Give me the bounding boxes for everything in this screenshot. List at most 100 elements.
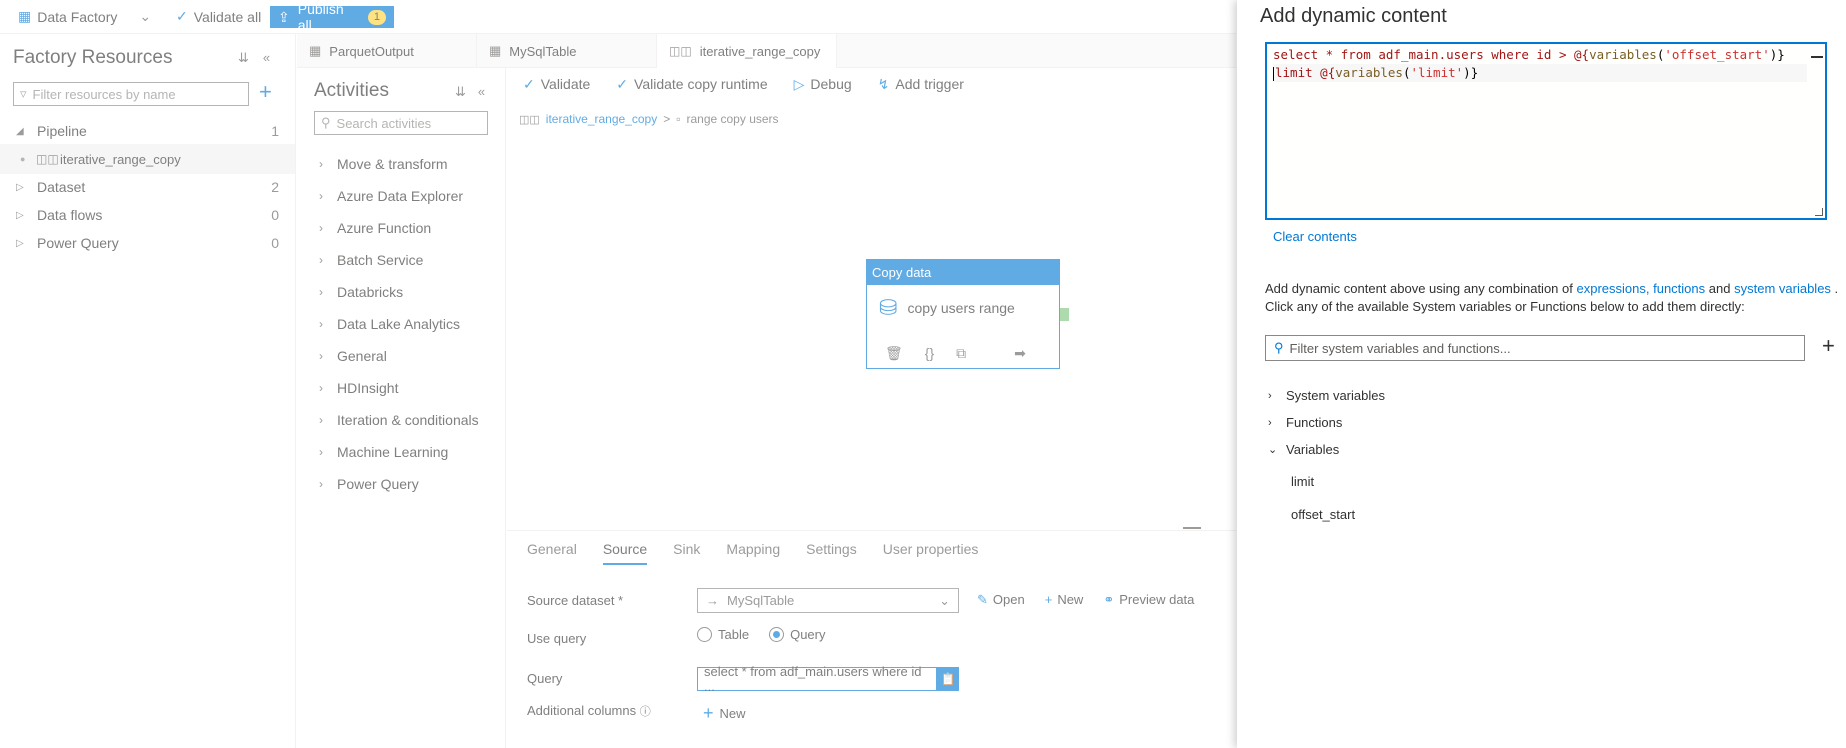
open-dataset-button[interactable]: ✎ Open [977,592,1025,608]
activity-group[interactable]: › General [319,348,387,364]
expression-editor[interactable]: select * from adf_main.users where id > … [1265,42,1827,220]
section-system-variables[interactable]: › System variables [1268,388,1385,403]
tab-source[interactable]: Source [602,541,648,565]
minimize-panel-icon[interactable] [1183,527,1201,529]
collapse-panel-icon[interactable]: « [263,50,270,66]
tree-item-pipeline[interactable]: ◢ Pipeline 1 [0,116,295,146]
variable-item-offset-start[interactable]: offset_start [1291,507,1355,522]
activity-group[interactable]: › Azure Function [319,220,431,236]
clipboard-icon[interactable]: 📋 [937,667,959,691]
delete-icon[interactable]: 🗑 [885,345,903,362]
data-factory-menu[interactable]: ▦ Data Factory ⌄ [18,8,151,25]
activity-group[interactable]: › Power Query [319,476,419,492]
preview-data-button[interactable]: ⚭ Preview data [1103,592,1194,608]
editor-scrollbar[interactable] [1811,46,1823,58]
plus-icon: + [1044,592,1053,607]
chevron-right-icon: › [319,349,323,363]
tab-parquet-output[interactable]: ▦ ParquetOutput [297,34,477,68]
code-braces-icon[interactable]: {} [925,345,934,362]
chevron-right-icon: › [319,477,323,491]
chevron-right-icon: › [319,189,323,203]
publish-count-badge: 1 [367,9,386,25]
activity-group[interactable]: › Iteration & conditionals [319,412,479,428]
copy-data-activity-node[interactable]: Copy data ⛁ copy users range 🗑 {} ⧉ ➡ [866,259,1069,369]
tab-iterative-range-copy[interactable]: ◫◫ iterative_range_copy [657,34,837,68]
debug-button[interactable]: ▷ Debug [794,76,852,93]
pipeline-canvas[interactable]: ✓ Validate ✓ Validate copy runtime ▷ Debug … [507,68,1236,529]
tab-user-properties[interactable]: User properties [883,541,979,565]
panel-title: Factory Resources [13,47,173,68]
collapse-all-icon[interactable]: ⇊ [238,50,249,66]
lightning-icon: ↯ [877,76,890,92]
tab-general[interactable]: General [527,541,577,565]
activity-group[interactable]: › Move & transform [319,156,447,172]
tab-mapping[interactable]: Mapping [726,541,780,565]
chevron-right-icon: › [319,413,323,427]
activities-panel: Activities ⇊ « ⚲ Search activities › Move… [297,68,506,748]
collapse-panel-icon[interactable]: « [478,84,485,100]
source-dataset-select[interactable]: → MySqlTable ⌄ [697,588,959,613]
activity-group[interactable]: › Data Lake Analytics [319,316,460,332]
section-functions[interactable]: › Functions [1268,415,1342,430]
query-input[interactable]: select * from adf_main.users where id ..… [697,664,937,694]
pipeline-icon: ◫◫ [36,152,59,166]
activity-group[interactable]: › Databricks [319,284,403,300]
tree-item-power-query[interactable]: ▷ Power Query 0 [0,228,295,258]
chevron-right-icon: › [319,253,323,267]
source-dataset-label: Source dataset * [527,593,624,608]
search-activities-input[interactable]: ⚲ Search activities [314,111,488,135]
add-trigger-button[interactable]: ↯ Add trigger [878,76,964,93]
pipeline-icon: ◫◫ [669,44,692,58]
activity-group[interactable]: › Azure Data Explorer [319,188,463,204]
tab-mysql-table[interactable]: ▦ MySqlTable [477,34,657,68]
system-variables-link[interactable]: system variables [1734,281,1831,296]
pipeline-icon: ◫◫ [519,113,540,126]
activity-group[interactable]: › HDInsight [319,380,398,396]
tree-item-dataset[interactable]: ▷ Dataset 2 [0,172,295,202]
dataset-icon: → [706,593,719,608]
variable-item-limit[interactable]: limit [1291,474,1314,489]
radio-query[interactable]: Query [769,627,825,642]
chevron-down-icon: ⌄ [139,8,152,24]
text-caret [1273,66,1274,81]
add-parameter-icon[interactable]: + [1822,333,1835,359]
publish-all-button[interactable]: ⇪ Publish all 1 [270,1,394,33]
success-connector-handle[interactable] [1060,308,1069,321]
glasses-icon: ⚭ [1103,592,1115,607]
clear-contents-link[interactable]: Clear contents [1273,229,1357,244]
pencil-icon: ✎ [977,592,988,607]
breadcrumb-pipeline-link[interactable]: iterative_range_copy [546,112,657,126]
properties-panel: General Source Sink Mapping Settings Use… [507,530,1236,748]
resize-grip-icon[interactable] [1815,208,1823,216]
expanded-triangle-icon: ◢ [16,125,24,137]
tree-item-data-flows[interactable]: ▷ Data flows 0 [0,200,295,230]
validate-button[interactable]: ✓ Validate [523,76,590,93]
radio-table[interactable]: Table [697,627,749,642]
play-icon: ▷ [793,76,805,92]
chevron-right-icon: › [1268,389,1272,402]
filter-system-variables-input[interactable]: ⚲ Filter system variables and functions.… [1265,335,1805,361]
copy-icon[interactable]: ⧉ [956,345,966,362]
validate-all-button[interactable]: ✓ Validate all [176,8,261,25]
activity-group[interactable]: › Machine Learning [319,444,448,460]
collapse-all-icon[interactable]: ⇊ [455,84,466,100]
add-column-button[interactable]: + New [703,703,746,724]
expressions-link[interactable]: expressions, [1577,281,1650,296]
go-to-icon[interactable]: ➡ [1014,345,1026,362]
properties-tabs: General Source Sink Mapping Settings Use… [527,541,978,565]
functions-link[interactable]: functions [1653,281,1705,296]
chevron-down-icon: ⌄ [939,592,950,608]
section-variables[interactable]: ⌄ Variables [1268,442,1339,457]
add-resource-icon[interactable]: + [259,80,272,104]
resource-filter-input[interactable]: ▿ Filter resources by name [13,82,249,106]
tree-item-iterative-range-copy[interactable]: ● ◫◫ iterative_range_copy [0,144,295,174]
tab-sink[interactable]: Sink [673,541,700,565]
node-header: Copy data [867,260,1059,285]
tab-settings[interactable]: Settings [806,541,857,565]
activity-group[interactable]: › Batch Service [319,252,423,268]
new-dataset-button[interactable]: + New [1045,592,1084,608]
background-workspace: ▦ Data Factory ⌄ ✓ Validate all ⇪ Publis… [0,0,1236,748]
chevron-down-icon: ⌄ [1268,444,1278,456]
use-query-radio-group: Table Query [697,627,825,642]
validate-copy-runtime-button[interactable]: ✓ Validate copy runtime [616,76,767,93]
